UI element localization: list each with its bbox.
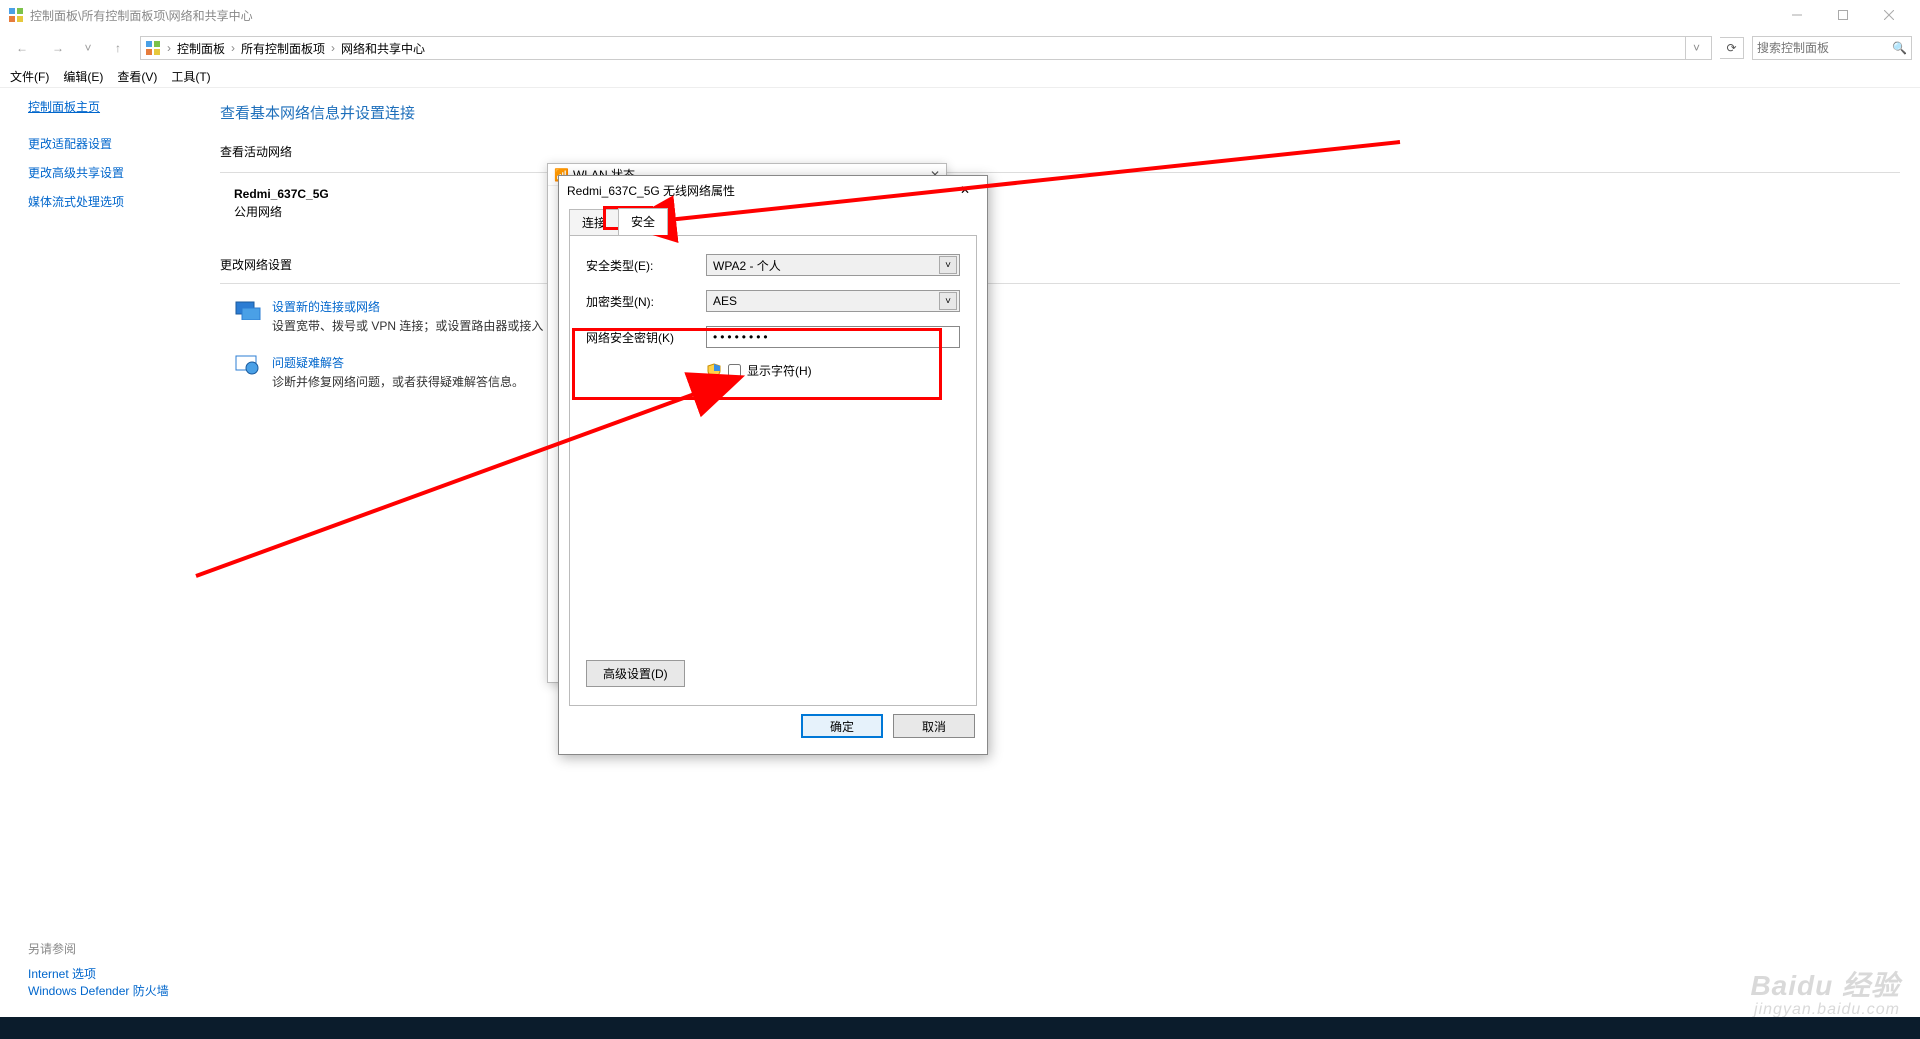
show-characters-checkbox[interactable] bbox=[728, 364, 741, 377]
chevron-down-icon: ˅ bbox=[939, 256, 957, 274]
tab-connection[interactable]: 连接 bbox=[569, 209, 619, 236]
dialog-title: Redmi_637C_5G 无线网络属性 bbox=[567, 182, 735, 199]
breadcrumb-sep: › bbox=[331, 41, 335, 55]
network-key-input[interactable] bbox=[706, 326, 960, 348]
change-settings-header: 更改网络设置 bbox=[220, 256, 1900, 273]
menu-view[interactable]: 查看(V) bbox=[117, 68, 157, 85]
sidebar-link-adapter[interactable]: 更改适配器设置 bbox=[28, 135, 200, 152]
security-type-combo[interactable]: WPA2 - 个人 ˅ bbox=[706, 254, 960, 276]
setting-title: 设置新的连接或网络 bbox=[272, 298, 543, 315]
breadcrumb-sep: › bbox=[231, 41, 235, 55]
setting-desc: 设置宽带、拨号或 VPN 连接；或设置路由器或接入 bbox=[272, 317, 543, 334]
menu-file[interactable]: 文件(F) bbox=[10, 68, 49, 85]
search-icon[interactable]: 🔍 bbox=[1892, 41, 1907, 55]
seealso-defender-firewall[interactable]: Windows Defender 防火墙 bbox=[28, 984, 169, 998]
encryption-type-label: 加密类型(N): bbox=[586, 293, 706, 310]
setting-title: 问题疑难解答 bbox=[272, 354, 524, 371]
network-key-row: 网络安全密钥(K) bbox=[586, 326, 960, 348]
show-characters-row: 显示字符(H) bbox=[706, 362, 960, 379]
sidebar-link-sharing[interactable]: 更改高级共享设置 bbox=[28, 164, 200, 181]
cancel-button[interactable]: 取消 bbox=[893, 714, 975, 738]
show-characters-label: 显示字符(H) bbox=[747, 362, 812, 379]
seealso-internet-options[interactable]: Internet 选项 bbox=[28, 967, 96, 981]
breadcrumb-bar[interactable]: › 控制面板 › 所有控制面板项 › 网络和共享中心 ˅ bbox=[140, 36, 1712, 60]
breadcrumb-leaf[interactable]: 网络和共享中心 bbox=[341, 40, 425, 57]
security-type-label: 安全类型(E): bbox=[586, 257, 706, 274]
new-connection-icon bbox=[234, 298, 262, 320]
security-type-value: WPA2 - 个人 bbox=[713, 257, 781, 274]
troubleshoot-icon bbox=[234, 354, 262, 376]
nav-forward-button[interactable]: → bbox=[44, 34, 72, 62]
setting-troubleshoot[interactable]: 问题疑难解答 诊断并修复网络问题，或者获得疑难解答信息。 bbox=[234, 354, 1900, 390]
search-input[interactable] bbox=[1757, 41, 1892, 55]
menu-tools[interactable]: 工具(T) bbox=[171, 68, 210, 85]
encryption-type-combo[interactable]: AES ˅ bbox=[706, 290, 960, 312]
window-controls bbox=[1774, 0, 1912, 30]
ok-button[interactable]: 确定 bbox=[801, 714, 883, 738]
menu-bar: 文件(F) 编辑(E) 查看(V) 工具(T) bbox=[0, 66, 1920, 88]
menu-edit[interactable]: 编辑(E) bbox=[63, 68, 103, 85]
breadcrumb-mid[interactable]: 所有控制面板项 bbox=[241, 40, 325, 57]
encryption-type-row: 加密类型(N): AES ˅ bbox=[586, 290, 960, 312]
tab-content-security: 安全类型(E): WPA2 - 个人 ˅ 加密类型(N): AES ˅ 网络安全… bbox=[569, 236, 977, 706]
network-type: 公用网络 bbox=[234, 203, 1900, 220]
dialog-close-button[interactable]: ✕ bbox=[951, 180, 979, 200]
minimize-button[interactable] bbox=[1774, 0, 1820, 30]
maximize-button[interactable] bbox=[1820, 0, 1866, 30]
wireless-properties-dialog: Redmi_637C_5G 无线网络属性 ✕ 连接 安全 安全类型(E): WP… bbox=[558, 175, 988, 755]
encryption-type-value: AES bbox=[713, 294, 737, 308]
advanced-settings-button[interactable]: 高级设置(D) bbox=[586, 660, 685, 687]
address-bar: ← → ˅ ↑ › 控制面板 › 所有控制面板项 › 网络和共享中心 ˅ ⟳ 🔍 bbox=[0, 30, 1920, 66]
breadcrumb-sep: › bbox=[167, 41, 171, 55]
nav-recent-button[interactable]: ˅ bbox=[80, 34, 96, 62]
security-type-row: 安全类型(E): WPA2 - 个人 ˅ bbox=[586, 254, 960, 276]
refresh-button[interactable]: ⟳ bbox=[1720, 37, 1744, 59]
sidebar-home[interactable]: 控制面板主页 bbox=[28, 98, 200, 115]
setting-new-connection[interactable]: 设置新的连接或网络 设置宽带、拨号或 VPN 连接；或设置路由器或接入 bbox=[234, 298, 1900, 334]
nav-up-button[interactable]: ↑ bbox=[104, 34, 132, 62]
tab-security[interactable]: 安全 bbox=[618, 208, 668, 235]
sidebar-seealso: 另请参阅 Internet 选项 Windows Defender 防火墙 bbox=[28, 940, 200, 1017]
taskbar[interactable] bbox=[0, 1017, 1920, 1039]
active-network: Redmi_637C_5G 公用网络 bbox=[234, 187, 1900, 220]
page-heading: 查看基本网络信息并设置连接 bbox=[220, 102, 1900, 123]
window-title: 控制面板\所有控制面板项\网络和共享中心 bbox=[30, 7, 1774, 24]
uac-shield-icon bbox=[706, 363, 722, 379]
dialog-footer: 确定 取消 bbox=[559, 706, 987, 746]
nav-back-button[interactable]: ← bbox=[8, 34, 36, 62]
control-panel-icon bbox=[8, 7, 24, 23]
control-panel-icon bbox=[145, 40, 161, 56]
setting-desc: 诊断并修复网络问题，或者获得疑难解答信息。 bbox=[272, 373, 524, 390]
dialog-tabs: 连接 安全 bbox=[569, 208, 977, 236]
watermark: Baidu 经验 jingyan.baidu.com bbox=[1750, 971, 1900, 1019]
search-box[interactable]: 🔍 bbox=[1752, 36, 1912, 60]
dialog-titlebar[interactable]: Redmi_637C_5G 无线网络属性 ✕ bbox=[559, 176, 987, 204]
sidebar-link-media[interactable]: 媒体流式处理选项 bbox=[28, 193, 200, 210]
sidebar: 控制面板主页 更改适配器设置 更改高级共享设置 媒体流式处理选项 另请参阅 In… bbox=[0, 88, 200, 1017]
window-titlebar: 控制面板\所有控制面板项\网络和共享中心 bbox=[0, 0, 1920, 30]
content-area: 查看基本网络信息并设置连接 查看活动网络 Redmi_637C_5G 公用网络 … bbox=[200, 88, 1920, 1017]
breadcrumb-root[interactable]: 控制面板 bbox=[177, 40, 225, 57]
seealso-header: 另请参阅 bbox=[28, 940, 200, 957]
chevron-down-icon: ˅ bbox=[939, 292, 957, 310]
watermark-brand: Baidu 经验 bbox=[1750, 971, 1900, 1002]
close-button[interactable] bbox=[1866, 0, 1912, 30]
network-name: Redmi_637C_5G bbox=[234, 187, 1900, 201]
network-key-label: 网络安全密钥(K) bbox=[586, 329, 706, 346]
address-dropdown-button[interactable]: ˅ bbox=[1685, 37, 1707, 59]
active-networks-header: 查看活动网络 bbox=[220, 143, 1900, 160]
